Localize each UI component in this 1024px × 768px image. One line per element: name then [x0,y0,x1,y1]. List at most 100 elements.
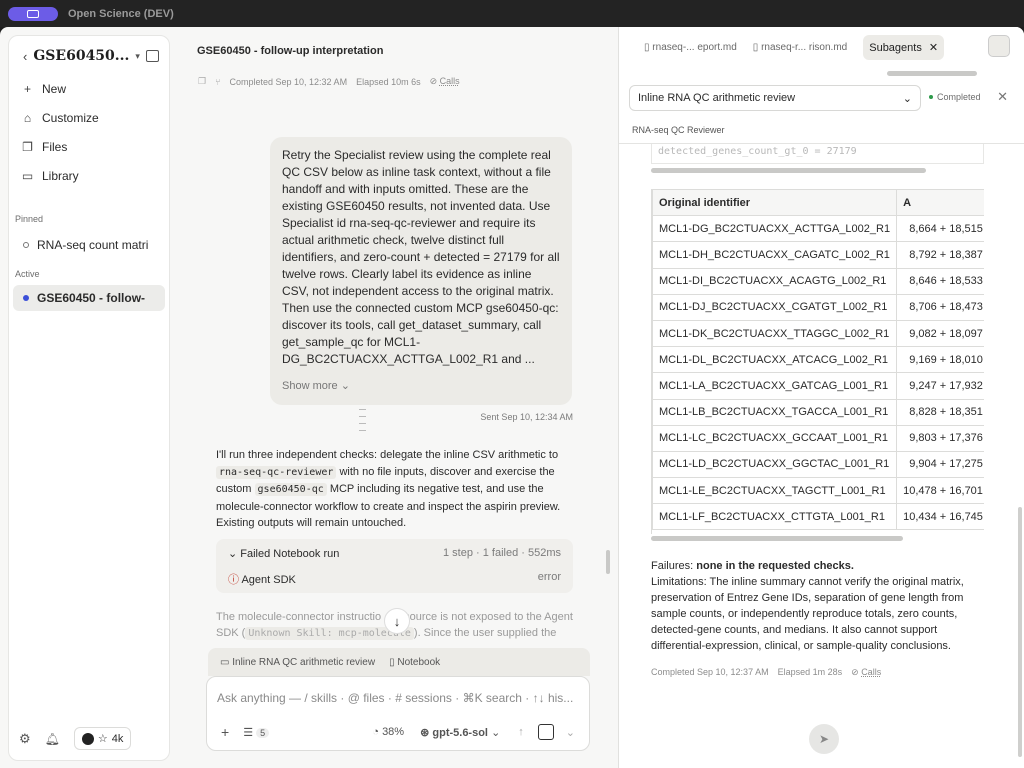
navigation-arrow-icon: ➤ [818,732,830,746]
table-scrollbar[interactable] [651,536,903,541]
sidebar-item-label: Files [42,139,68,154]
check-circle-icon: ⊘ [851,667,859,677]
run-title: Failed Notebook run [240,548,340,560]
app-title: Open Science (DEV) [68,7,174,20]
status-badge: Completed [929,92,981,102]
count-sum: 9,803 + 17,376 [896,424,984,452]
sidebar-item-library[interactable]: ▭ Library [21,161,161,190]
stop-button[interactable] [537,724,554,740]
sidebar-item-new[interactable]: + New [21,74,161,103]
tabs-scrollbar[interactable] [887,71,977,76]
tab-report[interactable]: ▯ rnaseq-... eport.md [644,42,737,53]
table-header: Original identifier [652,189,898,217]
chat-meta: ❐ ⑂ Completed Sep 10, 12:32 AM Elapsed 1… [198,76,460,87]
circle-icon [23,242,29,248]
close-icon[interactable]: ✕ [929,42,938,54]
assistant-message: I'll run three independent checks: deleg… [216,447,566,532]
sidebar-header: ‹ GSE60450... ▾ [23,48,159,64]
sidebar-footer: ⚙ 🔔︎ ☆ 4k [19,727,132,750]
table-row: MCL1-DI_BC2CTUACXX_ACAGTG_L002_R1 8,646 +… [652,267,984,295]
active-section-label: Active [15,269,40,279]
tab-comparison[interactable]: ▯ rnaseq-r... rison.md [753,42,847,53]
check-circle-icon: ⊘ [429,76,438,86]
context-percent: 38% [382,726,405,738]
calls-link[interactable]: ⊘ Calls [851,667,881,678]
plus-icon: + [23,81,31,96]
calls-link[interactable]: ⊘ Calls [430,76,460,87]
context-tab-label: Notebook [397,656,441,668]
review-select[interactable]: Inline RNA QC arithmetic review ⌄ [629,85,921,111]
tools-count: 5 [256,727,270,738]
user-message: Retry the Specialist review using the co… [270,137,572,405]
sidebar-toggle-icon[interactable] [146,50,159,62]
copy-icon[interactable]: ❐ [198,76,206,87]
tab-label: rnaseq-r... rison.md [761,42,848,53]
resize-handle[interactable] [606,550,610,574]
panel-icon: ▭ [220,656,230,668]
context-usage[interactable]: ◔ 38% [372,726,404,738]
book-icon: ▯ [389,656,395,668]
send-feedback-button[interactable]: ➤ [809,724,839,754]
message-input[interactable]: Ask anything — / skills · @ files · # se… [217,691,573,705]
chevron-down-icon[interactable]: ⌄ [566,726,575,739]
project-title[interactable]: GSE60450... [33,48,129,64]
count-sum: 8,828 + 18,351 [896,398,984,426]
completed-time: Completed Sep 10, 12:37 AM [651,667,769,677]
pinned-session-item[interactable]: RNA-seq count matri [13,232,165,258]
right-panel: ▯ rnaseq-... eport.md ▯ rnaseq-r... riso… [619,27,1024,768]
active-session-item[interactable]: GSE60450 - follow- [13,285,165,311]
context-tab-review[interactable]: ▭ Inline RNA QC arithmetic review [220,657,375,668]
failed-run-card[interactable]: ⌄ Failed Notebook run 1 step · 1 failed … [216,539,573,593]
sample-id: MCL1-LA_BC2CTUACXX_GATCAG_L001_R1 [652,372,898,400]
bell-icon[interactable]: 🔔︎ [45,732,60,746]
table-row: MCL1-LF_BC2CTUACXX_CTTGTA_L001_R1 10,434 … [652,503,984,531]
plus-icon[interactable]: + [221,724,229,740]
scroll-down-button[interactable]: ↓ [384,608,410,634]
chevron-down-icon: ⌄ [228,548,238,560]
close-icon[interactable]: ✕ [997,89,1008,105]
app-badge[interactable] [8,6,58,21]
tab-label: rnaseq-... eport.md [652,42,737,53]
table-row: MCL1-LB_BC2CTUACXX_TGACCA_L001_R1 8,828 +… [652,398,984,426]
sample-id: MCL1-DJ_BC2CTUACXX_CGATGT_L002_R1 [652,293,898,321]
review-summary: Failures: none in the requested checks. … [651,558,991,654]
tools-button[interactable]: ☰ 5 [243,726,270,739]
model-select[interactable]: ⊛ gpt-5.6-sol ⌄ [420,726,500,739]
table-row: MCL1-DK_BC2CTUACXX_TTAGGC_L002_R1 9,082 +… [652,319,984,348]
subagent-meta: Completed Sep 10, 12:37 AM Elapsed 1m 28… [651,667,881,678]
sample-id: MCL1-LD_BC2CTUACXX_GGCTAC_L001_R1 [652,450,898,479]
table-header: A [896,189,984,217]
sample-id: MCL1-LE_BC2CTUACXX_TAGCTT_L001_R1 [652,477,898,505]
inline-code: gse60450-qc [254,483,327,496]
sample-id: MCL1-DI_BC2CTUACXX_ACAGTG_L002_R1 [652,267,898,295]
gear-icon[interactable]: ⚙ [19,731,31,747]
chat-title: GSE60450 - follow-up interpretation [197,45,384,57]
context-tab-notebook[interactable]: ▯ Notebook [389,657,440,668]
sidebar: ‹ GSE60450... ▾ + New ⌂ Customize ❐ Files ▭… [8,35,170,761]
app-window: ‹ GSE60450... ▾ + New ⌂ Customize ❐ Files ▭… [0,27,1024,768]
book-icon: ▭ [21,168,34,183]
model-label: gpt-5.6-sol [432,726,488,739]
sidebar-item-files[interactable]: ❐ Files [21,132,161,161]
faded-text: The molecule-connector instructio [216,611,382,623]
github-stars-button[interactable]: ☆ 4k [73,727,132,750]
tab-subagents[interactable]: Subagents ✕ [863,35,945,60]
table-row: MCL1-LC_BC2CTUACXX_GCCAAT_L001_R1 9,803 +… [652,424,984,452]
context-tab-label: Inline RNA QC arithmetic review [232,656,376,668]
sample-id: MCL1-LB_BC2CTUACXX_TGACCA_L001_R1 [652,398,898,426]
subagent-label: RNA-seq QC Reviewer [632,125,725,135]
review-select-label: Inline RNA QC arithmetic review [638,92,796,104]
sent-time: Sent Sep 10, 12:34 AM [480,412,573,422]
arrow-up-icon[interactable]: ↑ [518,726,524,738]
branch-icon[interactable]: ⑂ [215,77,220,87]
panel-toggle-icon[interactable] [988,35,1010,57]
code-scrollbar[interactable] [651,168,926,173]
vertical-scrollbar[interactable] [1018,507,1022,757]
count-sum: 9,247 + 17,932 [896,372,984,400]
chevron-left-icon[interactable]: ‹ [23,49,27,64]
table-row: MCL1-LE_BC2CTUACXX_TAGCTT_L001_R1 10,478 … [652,477,984,505]
count-sum: 9,169 + 18,010 [896,346,984,374]
chevron-down-icon[interactable]: ▾ [135,51,140,62]
show-more-button[interactable]: Show more ⌄ [282,374,552,395]
sidebar-item-customize[interactable]: ⌂ Customize [21,103,161,132]
